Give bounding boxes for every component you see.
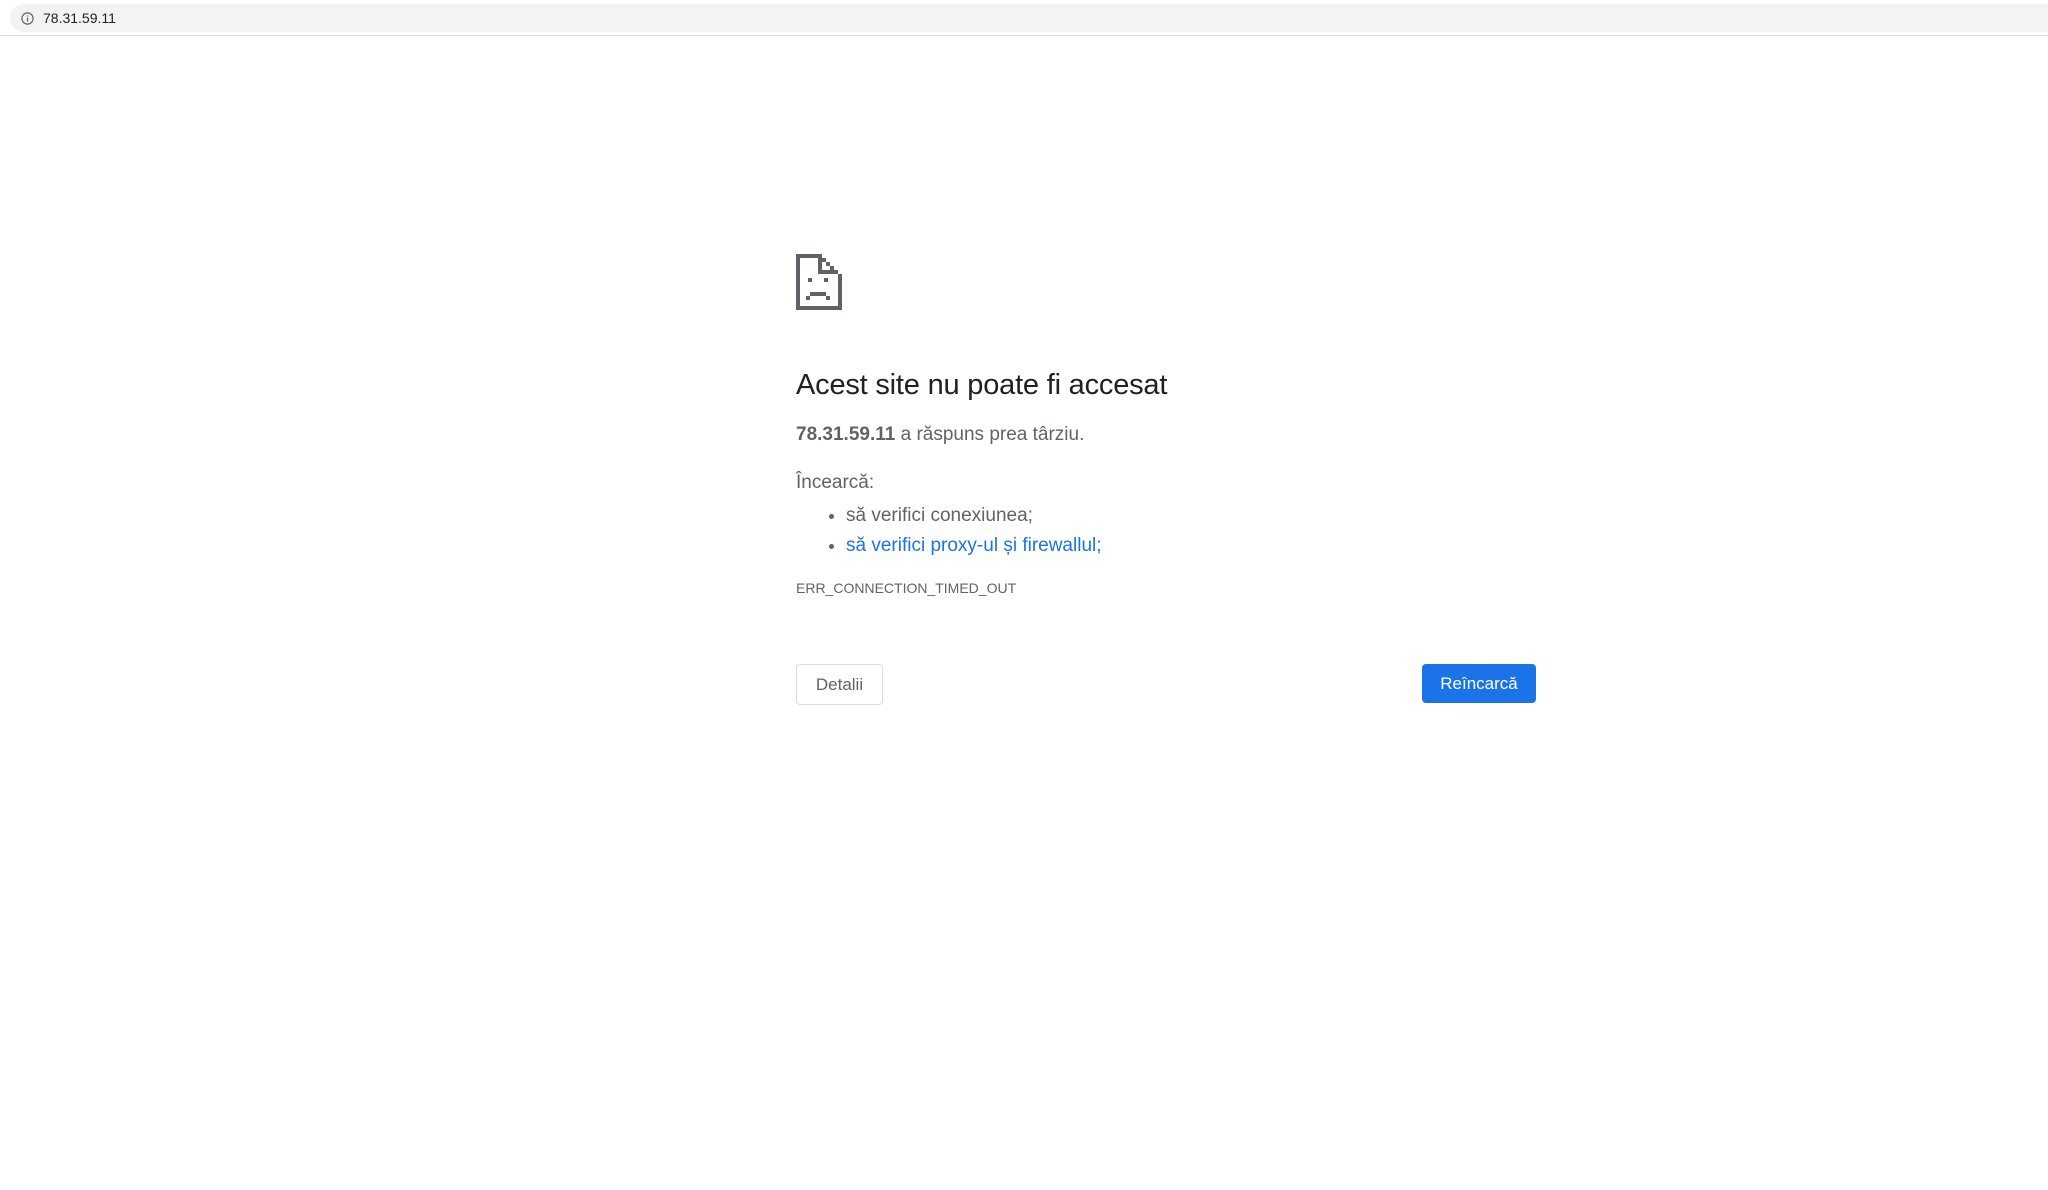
info-icon[interactable] [21,11,34,25]
suggestions-list: să verifici conexiunea; să verifici prox… [796,501,1536,561]
details-button[interactable]: Detalii [796,664,883,705]
omnibox[interactable]: 78.31.59.11 [10,4,2048,32]
url-text[interactable]: 78.31.59.11 [43,10,116,26]
error-title: Acest site nu poate fi accesat [796,369,1168,401]
error-card: Acest site nu poate fi accesat 78.31.59.… [796,254,1536,706]
error-host: 78.31.59.11 [796,424,896,445]
reload-button[interactable]: Reîncarcă [1422,664,1536,703]
button-row: Detalii Reîncarcă [796,664,1536,706]
address-bar: 78.31.59.11 [0,0,2048,36]
error-code: ERR_CONNECTION_TIMED_OUT [796,580,1017,596]
suggestion-check-connection: să verifici conexiunea; [846,505,1033,526]
suggestions-label: Încearcă: [796,472,875,493]
sad-page-icon [796,254,842,310]
suggestion-check-proxy-link[interactable]: să verifici proxy-ul și firewallul; [846,535,1102,556]
error-summary-text: a răspuns prea târziu. [895,424,1085,445]
suggestion-item: să verifici proxy-ul și firewallul; [846,531,1536,561]
error-summary: 78.31.59.11 a răspuns prea târziu. [796,423,1536,447]
suggestion-item: să verifici conexiunea; [846,501,1536,531]
